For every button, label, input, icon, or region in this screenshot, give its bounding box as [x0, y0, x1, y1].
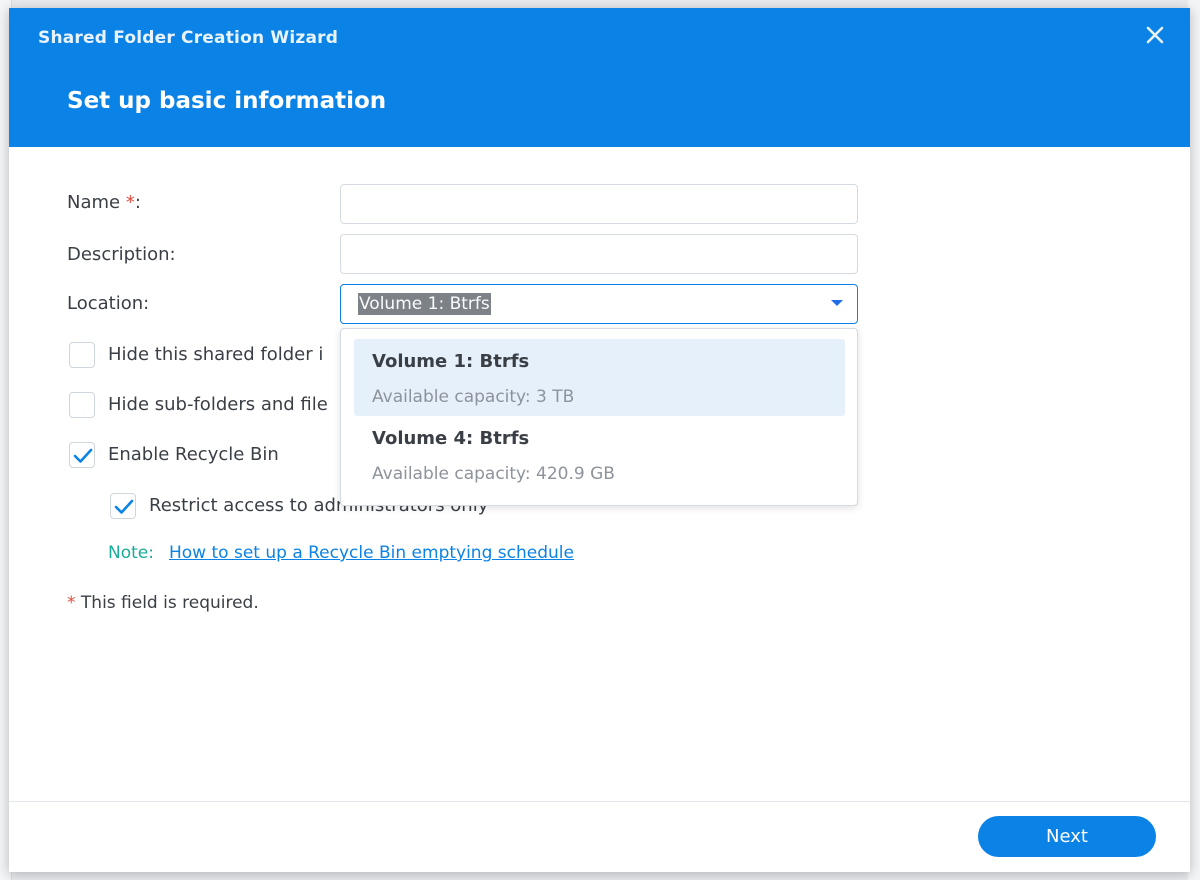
note-prefix: Note: [108, 543, 154, 563]
location-dropdown-list: Volume 1: Btrfs Available capacity: 3 TB… [340, 328, 858, 506]
wizard-dialog: Shared Folder Creation Wizard Set up bas… [9, 8, 1190, 872]
location-option-volume-1[interactable]: Volume 1: Btrfs Available capacity: 3 TB [354, 339, 845, 416]
description-input[interactable] [341, 235, 857, 273]
checkmark-icon [114, 499, 134, 514]
dialog-header: Shared Folder Creation Wizard Set up bas… [9, 8, 1190, 147]
description-label: Description: [67, 244, 176, 265]
recycle-bin-checkbox[interactable] [69, 442, 95, 468]
footer-divider [9, 801, 1190, 802]
required-asterisk: * [67, 593, 76, 613]
option-name: Volume 1: Btrfs [372, 351, 530, 372]
name-label-colon: : [134, 192, 141, 213]
caret-down-icon[interactable] [831, 300, 843, 306]
recycle-bin-schedule-link[interactable]: How to set up a Recycle Bin emptying sch… [169, 543, 574, 563]
page-title: Set up basic information [67, 88, 387, 114]
location-select[interactable]: Volume 1: Btrfs [340, 284, 858, 324]
location-option-volume-4[interactable]: Volume 4: Btrfs Available capacity: 420.… [354, 416, 845, 493]
restrict-admin-checkbox[interactable] [110, 493, 136, 519]
location-selected-value: Volume 1: Btrfs [358, 293, 491, 315]
option-capacity: Available capacity: 420.9 GB [372, 464, 615, 484]
required-field-note: * This field is required. [67, 593, 259, 613]
option-name: Volume 4: Btrfs [372, 428, 530, 449]
location-label: Location: [67, 293, 150, 314]
recycle-bin-label: Enable Recycle Bin [108, 444, 279, 465]
hide-folder-label: Hide this shared folder i [108, 344, 324, 365]
name-field[interactable] [340, 184, 858, 224]
hide-folder-checkbox[interactable] [69, 342, 95, 368]
next-button[interactable]: Next [978, 816, 1156, 857]
close-icon[interactable] [1142, 24, 1168, 50]
required-note-text: This field is required. [75, 593, 259, 613]
checkmark-icon [73, 448, 93, 463]
window-title: Shared Folder Creation Wizard [38, 28, 339, 48]
description-field[interactable] [340, 234, 858, 274]
name-label-text: Name [67, 192, 121, 213]
name-input[interactable] [341, 185, 857, 223]
required-asterisk: * [125, 192, 135, 213]
hide-subfolders-checkbox[interactable] [69, 392, 95, 418]
hide-subfolders-label: Hide sub-folders and file [108, 394, 328, 415]
name-label: Name *: [67, 192, 141, 213]
option-capacity: Available capacity: 3 TB [372, 387, 575, 407]
